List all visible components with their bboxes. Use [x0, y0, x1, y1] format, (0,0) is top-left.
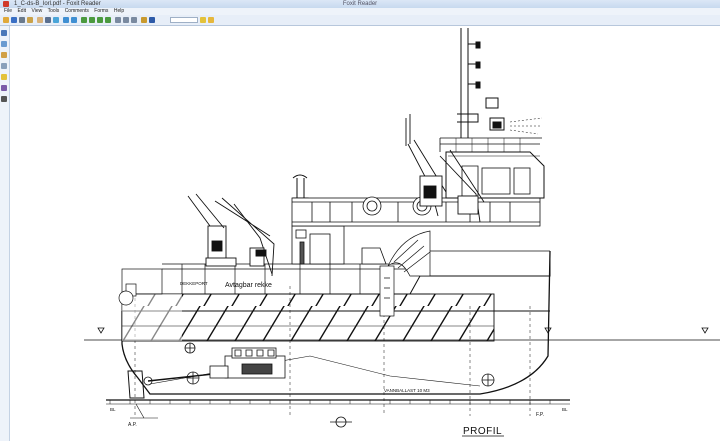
email-icon[interactable] — [27, 17, 33, 23]
engine — [209, 347, 286, 379]
attachments-icon[interactable] — [1, 63, 7, 69]
menu-file[interactable]: File — [4, 8, 12, 15]
ship-profile-drawing: Avtagbar rekke DEKKEPORT VANNBALLAST 10 … — [84, 28, 720, 437]
midship-marker — [330, 416, 352, 428]
fit-page-icon[interactable] — [123, 17, 129, 23]
pen-icon[interactable] — [1, 96, 7, 102]
select-text-icon[interactable] — [45, 17, 51, 23]
document-canvas[interactable]: Avtagbar rekke DEKKEPORT VANNBALLAST 10 … — [10, 26, 720, 441]
fit-width-icon[interactable] — [131, 17, 137, 23]
highlight-icon[interactable] — [208, 17, 214, 23]
zoom-in-icon[interactable] — [63, 17, 69, 23]
prev-page-icon[interactable] — [89, 17, 95, 23]
menu-help[interactable]: Help — [114, 8, 124, 15]
bookmarks-icon[interactable] — [1, 30, 7, 36]
boat-deck — [291, 196, 541, 227]
ballast-label: VANNBALLAST 10 M3 — [384, 388, 430, 393]
typewriter-icon[interactable] — [149, 17, 155, 23]
wheelhouse — [439, 137, 545, 199]
save-icon[interactable] — [11, 17, 17, 23]
mast — [457, 28, 543, 138]
first-page-icon[interactable] — [81, 17, 87, 23]
left-panel-toolbar — [0, 26, 10, 441]
menu-edit[interactable]: Edit — [17, 8, 26, 15]
zoom-field[interactable] — [170, 17, 198, 23]
zoom-out-icon[interactable] — [71, 17, 77, 23]
next-page-icon[interactable] — [97, 17, 103, 23]
menu-forms[interactable]: Forms — [94, 8, 108, 15]
ap-label: A.P. — [128, 422, 137, 428]
menu-tools[interactable]: Tools — [48, 8, 60, 15]
baseline-left-label: BL — [110, 407, 116, 412]
open-icon[interactable] — [3, 17, 9, 23]
rotate-icon[interactable] — [115, 17, 121, 23]
note-icon[interactable] — [200, 17, 206, 23]
hand-tool-icon[interactable] — [37, 17, 43, 23]
comments-icon[interactable] — [1, 74, 7, 80]
find-icon[interactable] — [141, 17, 147, 23]
fp-label: F.P. — [536, 412, 544, 418]
window-caption: Foxit Reader — [342, 1, 378, 7]
deck-house — [291, 225, 387, 265]
print-icon[interactable] — [19, 17, 25, 23]
layers-icon[interactable] — [1, 52, 7, 58]
title-bar: 1_C-ds-B_Iorl.pdf - Foxit Reader Foxit R… — [0, 0, 720, 8]
toolbar — [0, 15, 720, 26]
snapshot-icon[interactable] — [53, 17, 59, 23]
menu-bar: File Edit View Tools Comments Forms Help — [0, 8, 720, 15]
profile-title: PROFIL — [463, 426, 502, 437]
railing-label: Avtagbar rekke — [225, 282, 272, 289]
menu-comments[interactable]: Comments — [65, 8, 89, 15]
menu-view[interactable]: View — [31, 8, 42, 15]
door-label: DEKKEPORT — [180, 281, 208, 286]
pages-icon[interactable] — [1, 41, 7, 47]
last-page-icon[interactable] — [105, 17, 111, 23]
inner-bottom — [149, 355, 481, 387]
baseline-right-label: BL — [562, 407, 568, 412]
signature-icon[interactable] — [1, 85, 7, 91]
